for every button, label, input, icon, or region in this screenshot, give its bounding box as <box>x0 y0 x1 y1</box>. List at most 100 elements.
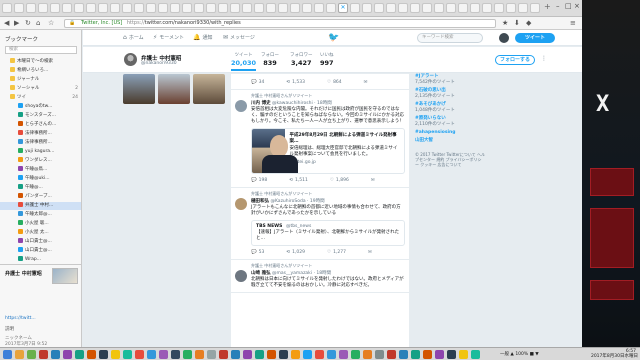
bookmark-item[interactable]: 午睡太郎@... <box>0 211 81 219</box>
app-icon[interactable] <box>459 350 468 359</box>
tab[interactable] <box>434 3 444 13</box>
app-icon[interactable] <box>99 350 108 359</box>
app-icon[interactable] <box>111 350 120 359</box>
app-icon[interactable] <box>279 350 288 359</box>
system-tray[interactable]: 一般 ▲ 100% ■ ▼ <box>500 352 539 357</box>
close-icon[interactable]: × <box>574 2 580 10</box>
tab[interactable] <box>158 3 168 13</box>
tab[interactable] <box>218 3 228 13</box>
profile-stat[interactable]: いいね 997 <box>320 52 334 67</box>
app-icon[interactable] <box>303 350 312 359</box>
app-icon[interactable] <box>435 350 444 359</box>
minimize-icon[interactable]: – <box>556 2 560 10</box>
bookmark-item[interactable]: ジャーナル <box>0 76 81 84</box>
app-icon[interactable] <box>171 350 180 359</box>
nav-item[interactable]: ✉ メッセージ <box>223 34 255 42</box>
tab[interactable] <box>194 3 204 13</box>
tab[interactable] <box>362 3 372 13</box>
app-icon[interactable] <box>87 350 96 359</box>
tab[interactable] <box>398 3 408 13</box>
tweet[interactable]: 弁護士 中村憲昭さんがリツイート 樋田和弘 @KazuhiroSoda · 19… <box>231 188 409 260</box>
tab[interactable] <box>254 3 264 13</box>
follow-button[interactable]: フォローする <box>495 55 535 65</box>
bookmark-item[interactable]: shoyaのtw... <box>0 103 81 111</box>
like-action[interactable]: ♡ 1,277 <box>327 249 346 256</box>
tweet[interactable]: 💬 34 ⟲ 1,533 ♡ 864 ✉ <box>231 74 409 90</box>
preview-link[interactable]: https://twitt... <box>5 316 36 321</box>
tweet-avatar[interactable] <box>235 100 247 112</box>
bookmark-item[interactable]: ワンダレス... <box>0 157 81 165</box>
tab[interactable] <box>290 3 300 13</box>
tweet-avatar[interactable] <box>235 198 247 210</box>
trend-item[interactable]: #石破の思い出 2,135件のツイート <box>415 88 485 100</box>
profile-stat[interactable]: フォロワー 3,427 <box>290 52 313 67</box>
tab[interactable] <box>326 3 336 13</box>
bookmark-icon[interactable]: ☆ <box>48 19 54 27</box>
tweet-button[interactable]: ツイート <box>515 33 555 43</box>
tab[interactable] <box>314 3 324 13</box>
nav-item[interactable]: ⌂ ホーム <box>123 34 144 42</box>
like-action[interactable]: ♡ 864 <box>327 79 342 86</box>
tab[interactable] <box>230 3 240 13</box>
bookmark-item[interactable]: 午睡@uki... <box>0 175 81 183</box>
app-icon[interactable] <box>75 350 84 359</box>
app-icon[interactable] <box>351 350 360 359</box>
tab[interactable] <box>98 3 108 13</box>
bookmark-item[interactable]: 小火屋 聡... <box>0 220 81 228</box>
tab[interactable] <box>38 3 48 13</box>
app-icon[interactable] <box>267 350 276 359</box>
bookmark-item[interactable]: 午睡@鳥... <box>0 166 81 174</box>
bookmark-item[interactable]: モンスターズ... <box>0 112 81 120</box>
bookmark-item[interactable]: 午睡@... <box>0 184 81 192</box>
trend-item[interactable]: 山田大智 <box>415 138 485 144</box>
media-thumbnail[interactable] <box>158 74 190 104</box>
bookmark-item[interactable]: ソーシャル 2 <box>0 85 81 93</box>
trend-item[interactable]: #あそびあかげ 1,048件のツイート <box>415 102 485 114</box>
bookmark-item[interactable]: 法律事務所... <box>0 130 81 138</box>
tab[interactable] <box>482 3 492 13</box>
tab[interactable] <box>86 3 96 13</box>
app-icon[interactable] <box>255 350 264 359</box>
retweet-action[interactable]: ⟲ 1,029 <box>286 249 305 256</box>
tab[interactable] <box>470 3 480 13</box>
app-icon[interactable] <box>291 350 300 359</box>
tweet[interactable]: 弁護士 中村憲昭さんがリツイート 山崎 雅弘 @mas__yamazaki · … <box>231 260 409 293</box>
app-icon[interactable] <box>39 350 48 359</box>
app-icon[interactable] <box>195 350 204 359</box>
app-icon[interactable] <box>15 350 24 359</box>
trend-item[interactable]: #原発いらない 2,110件のツイート <box>415 116 485 128</box>
new-tab-icon[interactable]: + <box>544 2 551 11</box>
tab[interactable] <box>182 3 192 13</box>
app-icon[interactable] <box>159 350 168 359</box>
tab[interactable] <box>494 3 504 13</box>
bookmark-item[interactable]: 小火屋 太... <box>0 229 81 237</box>
tweet-author[interactable]: 川内 博史 <box>251 101 271 106</box>
tweet-author[interactable]: 山崎 雅弘 <box>251 271 271 276</box>
app-icon[interactable] <box>123 350 132 359</box>
bookmark-item[interactable]: 山口貴士@... <box>0 247 81 255</box>
tab[interactable] <box>506 3 516 13</box>
app-icon[interactable] <box>363 350 372 359</box>
app-icon[interactable] <box>375 350 384 359</box>
tab[interactable] <box>110 3 120 13</box>
tab[interactable] <box>170 3 180 13</box>
profile-avatar[interactable] <box>123 52 138 67</box>
tab[interactable] <box>146 3 156 13</box>
retweet-action[interactable]: ⟲ 1,511 <box>289 177 308 184</box>
more-options-icon[interactable]: ⋮ <box>541 55 547 62</box>
home-icon[interactable]: ⌂ <box>36 19 40 27</box>
tab[interactable] <box>518 3 528 13</box>
app-icon[interactable] <box>315 350 324 359</box>
tab-active-twitter[interactable]: ✕ <box>338 3 348 13</box>
app-icon[interactable] <box>399 350 408 359</box>
tab[interactable] <box>302 3 312 13</box>
tab[interactable] <box>122 3 132 13</box>
link-card[interactable]: 平成29年8月29日 北朝鮮による弾道ミサイル発射事案… 安倍総理は、総理大臣官… <box>251 128 405 174</box>
media-thumbnail[interactable] <box>123 74 155 104</box>
media-thumbnail[interactable] <box>193 74 225 104</box>
bookmark-item[interactable]: 木曜日で～の検索 <box>0 58 81 66</box>
tab[interactable] <box>422 3 432 13</box>
tab[interactable] <box>62 3 72 13</box>
profile-stat[interactable]: ツイート 20,030 <box>231 52 257 71</box>
retweet-action[interactable]: ⟲ 1,533 <box>286 79 305 86</box>
